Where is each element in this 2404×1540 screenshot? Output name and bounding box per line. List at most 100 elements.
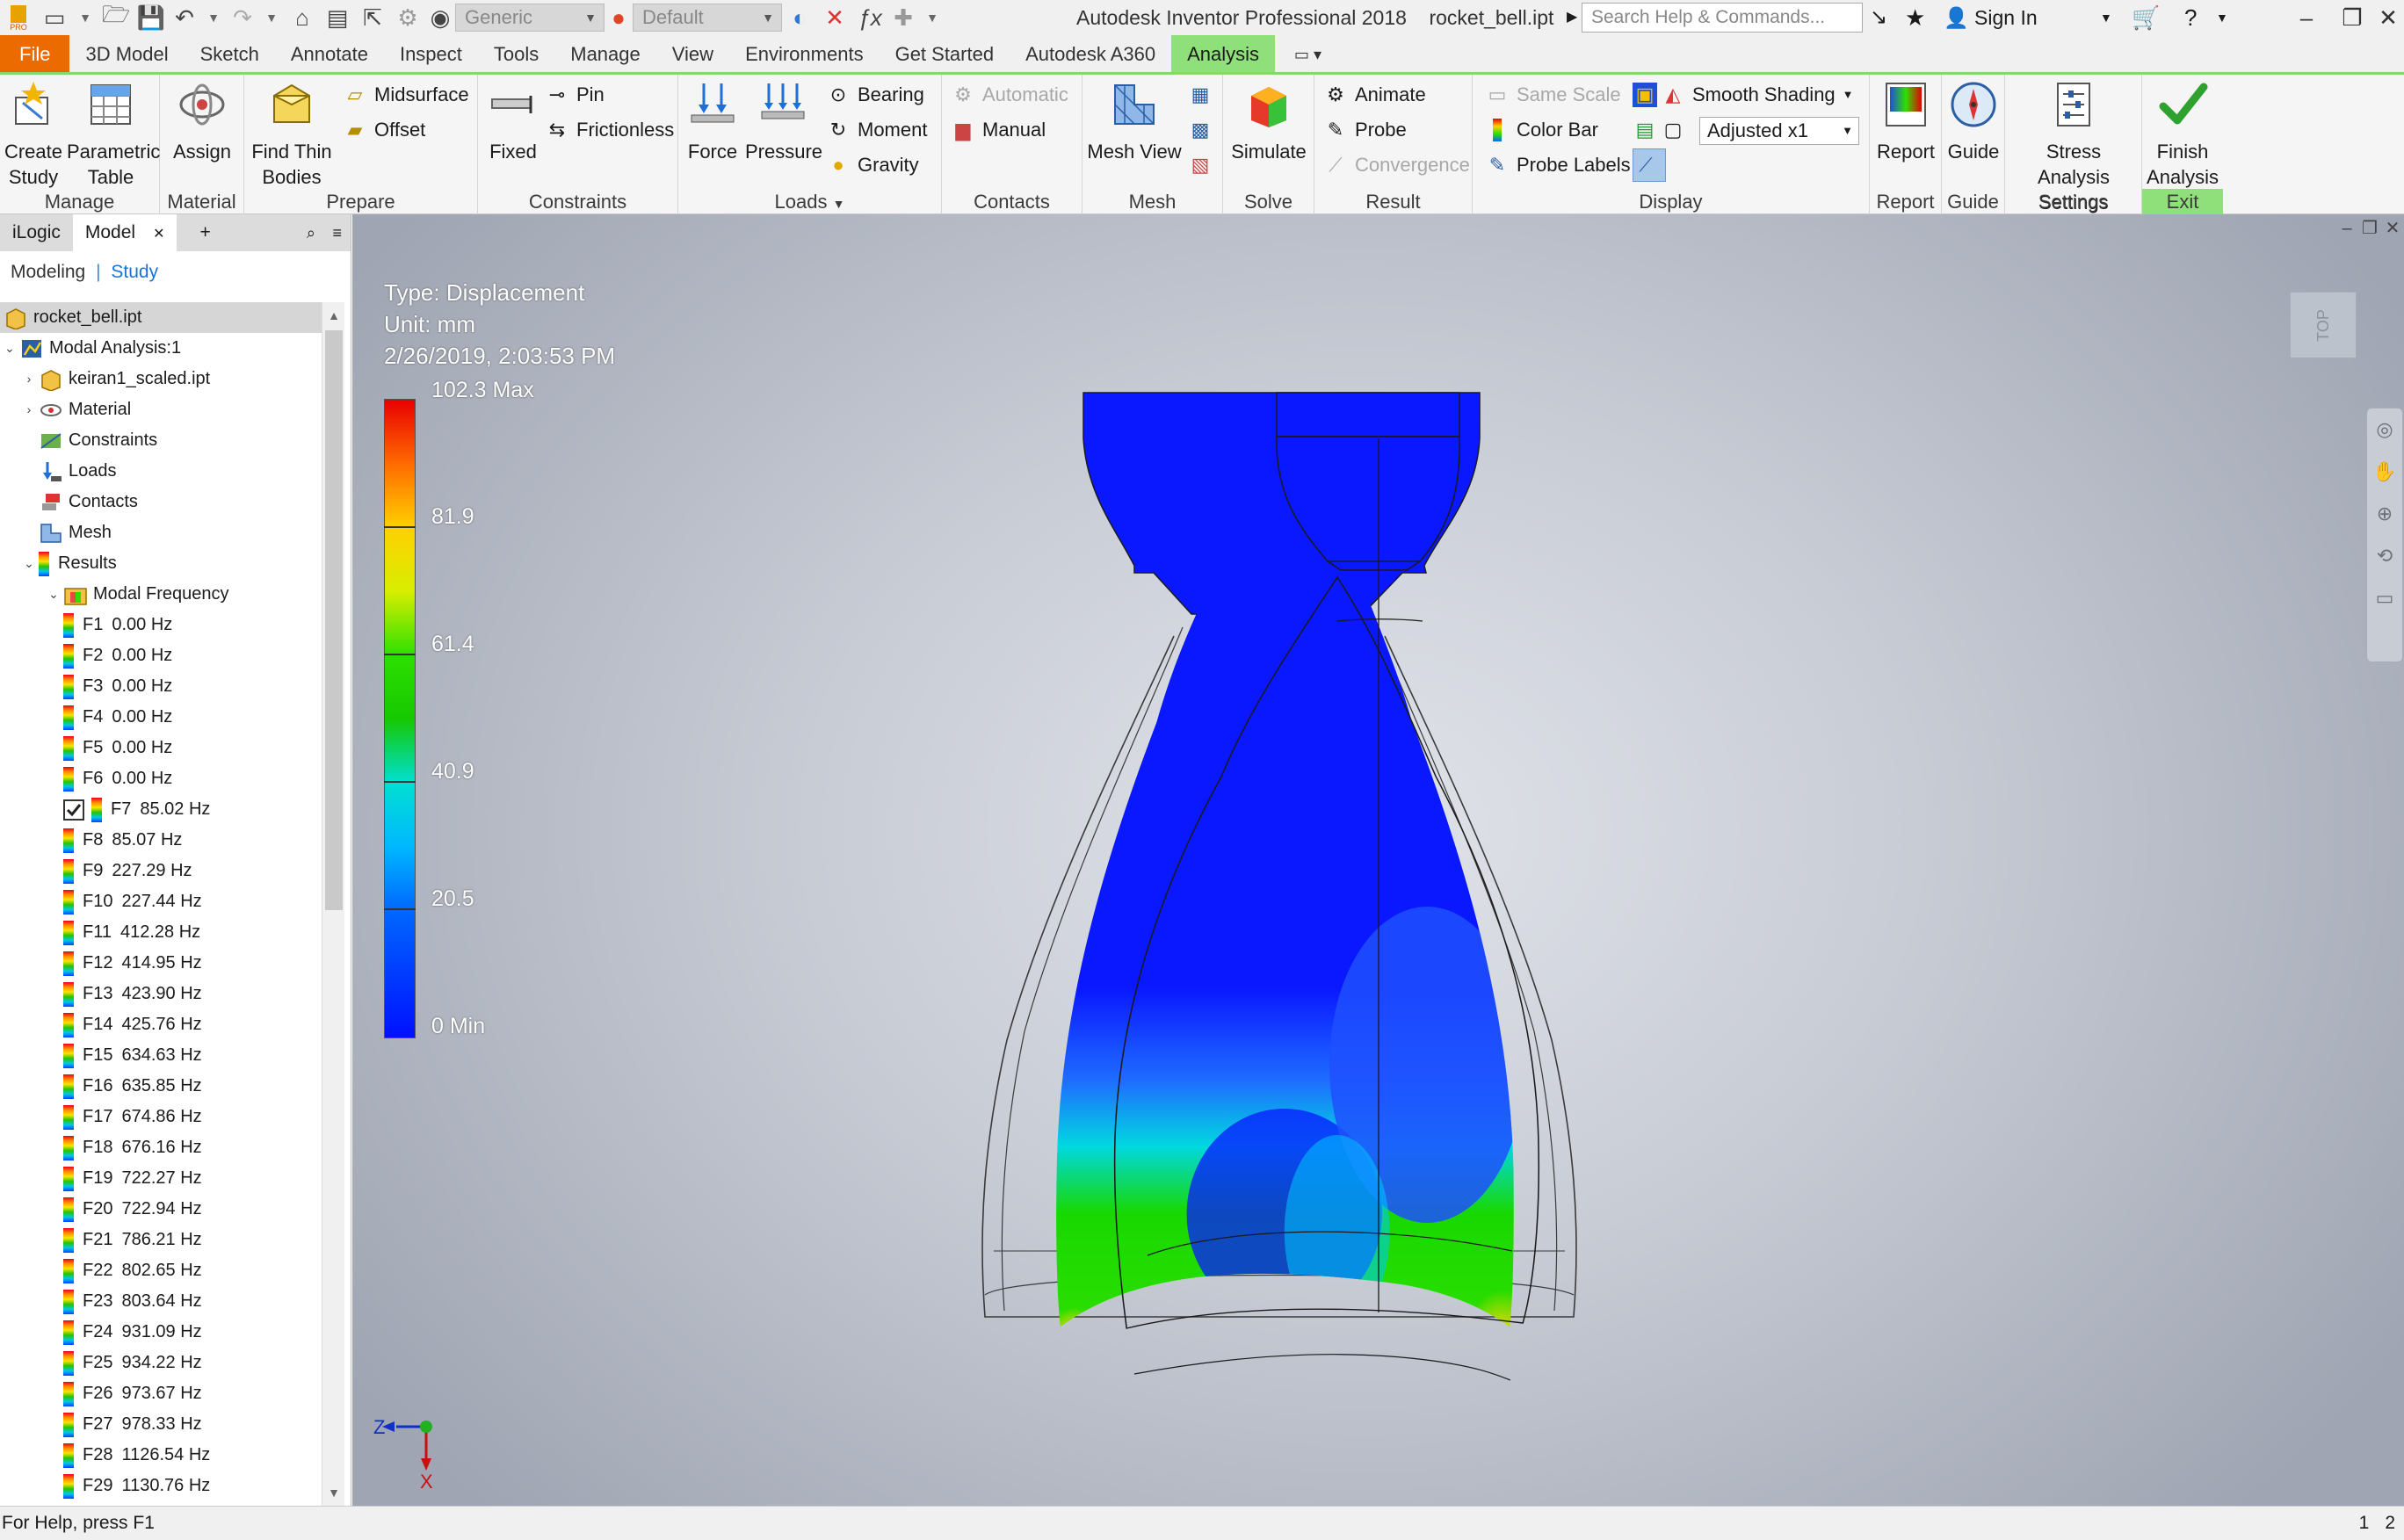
automatic-contacts-button[interactable]: ⚙ Automatic <box>951 78 1068 112</box>
adjust-appearance-icon[interactable]: ◐ <box>782 0 817 35</box>
tree-frequency-f15[interactable]: F15 634.63 Hz <box>0 1040 322 1071</box>
add-tab-button[interactable]: + <box>187 214 222 251</box>
tree-node-constraints[interactable]: Constraints <box>0 425 322 456</box>
simulate-button[interactable]: Simulate <box>1227 78 1311 164</box>
save-icon[interactable]: 💾 <box>134 0 169 35</box>
tree-frequency-f5[interactable]: F5 0.00 Hz <box>0 733 322 763</box>
cart-icon[interactable]: 🛒 <box>2132 0 2160 35</box>
probe-button[interactable]: ✎ Probe <box>1323 113 1407 147</box>
minimize-button[interactable]: – <box>2281 0 2332 35</box>
customize-dropdown-icon[interactable]: ▼ <box>919 0 945 35</box>
scroll-up-icon[interactable]: ▲ <box>322 302 345 329</box>
favorites-star-icon[interactable]: ★ <box>1905 0 1925 35</box>
tree-frequency-f14[interactable]: F14 425.76 Hz <box>0 1009 322 1040</box>
browser-menu-icon[interactable]: ≡ <box>332 214 342 251</box>
convergence-button[interactable]: ⟋ Convergence <box>1323 148 1470 182</box>
tab-environments[interactable]: Environments <box>729 35 880 72</box>
checkbox-checked-icon[interactable] <box>62 799 86 821</box>
search-input[interactable]: Search Help & Commands... <box>1582 3 1863 33</box>
show-min-button[interactable]: ▢ <box>1661 113 1692 147</box>
tree-frequency-f2[interactable]: F2 0.00 Hz <box>0 640 322 671</box>
tree-node-material[interactable]: › Material <box>0 394 322 425</box>
mesh-view-button[interactable]: Mesh View <box>1086 78 1183 164</box>
tree-frequency-f21[interactable]: F21 786.21 Hz <box>0 1225 322 1255</box>
collapse-icon[interactable]: ⌄ <box>44 579 63 610</box>
tree-frequency-f7[interactable]: F7 85.02 Hz <box>0 794 322 825</box>
force-button[interactable]: Force <box>682 78 743 164</box>
tab-sketch[interactable]: Sketch <box>185 35 275 72</box>
tab-get-started[interactable]: Get Started <box>880 35 1010 72</box>
collapse-icon[interactable]: ⌄ <box>19 548 39 579</box>
boundary-conditions-toggle[interactable]: ⟋ <box>1633 148 1666 182</box>
assign-material-button[interactable]: Assign <box>167 78 237 164</box>
tree-frequency-f12[interactable]: F12 414.95 Hz <box>0 948 322 979</box>
tab-ilogic[interactable]: iLogic <box>0 214 73 251</box>
redo-dropdown-icon[interactable]: ▼ <box>258 0 285 35</box>
zoom-icon[interactable]: ⊕ <box>2367 493 2402 535</box>
shading-icon-button[interactable]: ▣ <box>1633 78 1664 112</box>
measure-icon[interactable]: ⚙ <box>390 0 425 35</box>
tree-frequency-f25[interactable]: F25 934.22 Hz <box>0 1348 322 1378</box>
tab-tools[interactable]: Tools <box>478 35 554 72</box>
collapse-icon[interactable]: ⌄ <box>0 333 19 364</box>
view-cube[interactable]: TOP <box>2290 292 2357 358</box>
tree-frequency-f10[interactable]: F10 227.44 Hz <box>0 886 322 917</box>
tree-frequency-f20[interactable]: F20 722.94 Hz <box>0 1194 322 1225</box>
sign-in-dropdown-icon[interactable]: ▼ <box>2100 0 2112 35</box>
sign-in-button[interactable]: 👤 Sign In <box>1944 0 2038 35</box>
offset-button[interactable]: ▰ Offset <box>343 113 426 147</box>
tab-manage[interactable]: Manage <box>554 35 656 72</box>
tree-frequency-f1[interactable]: F1 0.00 Hz <box>0 610 322 640</box>
status-page-2[interactable]: 2 <box>2385 1507 2395 1540</box>
help-icon[interactable]: ? <box>2184 0 2197 35</box>
loads-dropdown-icon[interactable]: ▼ <box>833 197 845 211</box>
tab-annotate[interactable]: Annotate <box>275 35 384 72</box>
find-thin-bodies-button[interactable]: Find Thin Bodies <box>248 78 336 190</box>
open-folder-icon[interactable]: 🗁 <box>98 0 134 35</box>
tree-frequency-f22[interactable]: F22 802.65 Hz <box>0 1255 322 1286</box>
color-bar-button[interactable]: Color Bar <box>1485 113 1598 147</box>
redo-icon[interactable]: ↷ <box>227 0 258 35</box>
tab-model[interactable]: Model ✕ <box>72 214 177 251</box>
gravity-load-button[interactable]: ● Gravity <box>826 148 918 182</box>
tab-view[interactable]: View <box>656 35 729 72</box>
create-study-button[interactable]: Create Study <box>4 78 63 190</box>
show-max-button[interactable]: ▤ <box>1633 113 1664 147</box>
finish-analysis-button[interactable]: Finish Analysis <box>2146 78 2219 190</box>
tree-node-modal-frequency[interactable]: ⌄ Modal Frequency <box>0 579 322 610</box>
tree-node-part[interactable]: › keiran1_scaled.ipt <box>0 364 322 394</box>
tree-frequency-f23[interactable]: F23 803.64 Hz <box>0 1286 322 1317</box>
tree-frequency-f29[interactable]: F29 1130.76 Hz <box>0 1471 322 1501</box>
clear-appearance-icon[interactable]: ✕ <box>817 0 852 35</box>
convergence-settings-icon[interactable]: ▧ <box>1188 148 1220 182</box>
parameters-icon[interactable]: ƒx <box>852 0 887 35</box>
home-icon[interactable]: ⌂ <box>285 0 320 35</box>
search-browser-icon[interactable]: ⌕ <box>307 214 315 251</box>
frictionless-constraint-button[interactable]: ⇆ Frictionless <box>545 113 674 147</box>
orbit-icon[interactable]: ⟲ <box>2367 535 2402 577</box>
tree-frequency-f28[interactable]: F28 1126.54 Hz <box>0 1440 322 1471</box>
tree-node-results[interactable]: ⌄ Results <box>0 548 322 579</box>
appearance-icon[interactable]: ◉ <box>425 0 455 35</box>
tab-file[interactable]: File <box>0 35 70 72</box>
guide-button[interactable]: Guide <box>1944 78 2003 164</box>
tree-frequency-f13[interactable]: F13 423.90 Hz <box>0 979 322 1009</box>
new-dropdown-icon[interactable]: ▼ <box>72 0 98 35</box>
tree-node-loads[interactable]: Loads <box>0 456 322 487</box>
pin-constraint-button[interactable]: ⊸ Pin <box>545 78 605 112</box>
fixed-constraint-button[interactable]: Fixed <box>482 78 545 164</box>
status-page-1[interactable]: 1 <box>2359 1507 2370 1540</box>
new-file-icon[interactable]: ▭ <box>37 0 72 35</box>
tab-analysis[interactable]: Analysis <box>1171 35 1276 72</box>
tree-frequency-f19[interactable]: F19 722.27 Hz <box>0 1163 322 1194</box>
tab-inspect[interactable]: Inspect <box>384 35 478 72</box>
moment-load-button[interactable]: ↻ Moment <box>826 113 928 147</box>
pan-icon[interactable]: ✋ <box>2367 451 2402 493</box>
select-icon[interactable]: ⇱ <box>355 0 390 35</box>
tree-frequency-f16[interactable]: F16 635.85 Hz <box>0 1071 322 1102</box>
displacement-adjust-select[interactable]: Adjusted x1 ▼ <box>1699 117 1859 145</box>
tree-frequency-f9[interactable]: F9 227.29 Hz <box>0 856 322 886</box>
app-logo-icon[interactable]: PRO <box>0 0 37 35</box>
tab-3d-model[interactable]: 3D Model <box>69 35 184 72</box>
rocket-bell-model[interactable] <box>352 214 2404 1506</box>
